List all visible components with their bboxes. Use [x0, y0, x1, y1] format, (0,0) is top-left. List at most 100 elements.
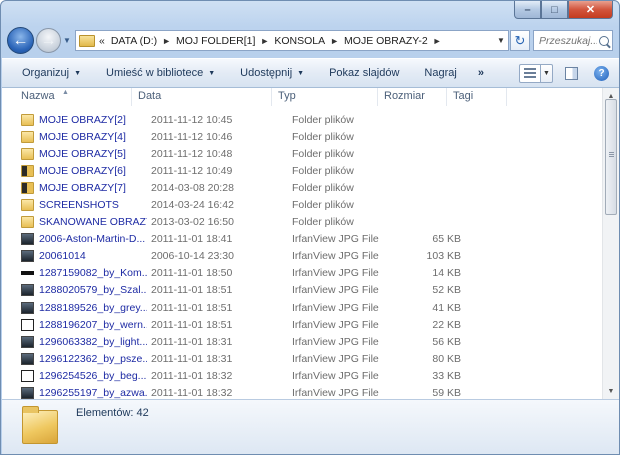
- file-name-cell[interactable]: 1288189526_by_grey...: [2, 301, 147, 314]
- explorer-window: – □ ✕ ← → ▼ « DATA (D:) ► MOJ FOLDER[1] …: [0, 0, 620, 455]
- file-row[interactable]: SCREENSHOTS 2014-03-24 16:42 Folder plików: [2, 196, 602, 213]
- share-label: Udostępnij: [240, 67, 293, 79]
- file-row[interactable]: 1288196207_by_wern... 2011-11-01 18:51 Irf…: [2, 316, 602, 333]
- file-row[interactable]: MOJE OBRAZY[4] 2011-11-12 10:46 Folder pli…: [2, 128, 602, 145]
- share-button[interactable]: Udostępnij ▼: [224, 59, 313, 87]
- chevron-right-icon[interactable]: ►: [330, 36, 339, 46]
- minimize-button[interactable]: –: [514, 1, 541, 19]
- more-commands-button[interactable]: »: [466, 59, 493, 87]
- column-header-tags[interactable]: Tagi: [447, 88, 507, 106]
- file-name: 2006-Aston-Martin-D...: [39, 233, 146, 246]
- chevron-right-icon[interactable]: ►: [433, 36, 442, 46]
- file-name-cell[interactable]: MOJE OBRAZY[4]: [2, 130, 147, 143]
- breadcrumb-item[interactable]: MOJ FOLDER[1]: [176, 35, 255, 47]
- column-header-date[interactable]: Data: [132, 88, 272, 106]
- maximize-button[interactable]: □: [541, 1, 568, 19]
- folder-icon: [21, 130, 34, 143]
- file-row[interactable]: MOJE OBRAZY[7] 2014-03-08 20:28 Folder pli…: [2, 179, 602, 196]
- file-type: IrfanView JPG File: [292, 318, 379, 331]
- file-name-cell[interactable]: 1296063382_by_light...: [2, 335, 147, 348]
- column-header-size[interactable]: Rozmiar: [378, 88, 447, 106]
- file-row[interactable]: MOJE OBRAZY[5] 2011-11-12 10:48 Folder pli…: [2, 145, 602, 162]
- scroll-down-icon[interactable]: ▼: [603, 383, 619, 399]
- forward-button[interactable]: →: [36, 28, 61, 53]
- file-name-cell[interactable]: MOJE OBRAZY[6]: [2, 164, 147, 177]
- breadcrumb-item[interactable]: DATA (D:): [111, 35, 157, 47]
- file-type: IrfanView JPG File: [292, 387, 379, 399]
- file-type: Folder plików: [292, 181, 354, 194]
- file-row[interactable]: 2006-Aston-Martin-D... 2011-11-01 18:41 Ir…: [2, 231, 602, 248]
- file-name-cell[interactable]: 1288196207_by_wern...: [2, 318, 147, 331]
- column-header-name[interactable]: Nazwa ▲: [2, 88, 132, 106]
- file-name-cell[interactable]: 1288020579_by_Szal...: [2, 284, 147, 297]
- chevron-right-icon[interactable]: ►: [162, 36, 171, 46]
- file-row[interactable]: 1287159082_by_Kom... 2011-11-01 18:50 Irfa…: [2, 265, 602, 282]
- scrollbar-thumb[interactable]: [605, 99, 617, 215]
- help-icon[interactable]: ?: [594, 65, 609, 81]
- arrow-left-icon: ←: [12, 31, 29, 49]
- breadcrumb-item[interactable]: KONSOLA: [274, 35, 325, 47]
- file-name-cell[interactable]: 1296122362_by_psze...: [2, 352, 147, 365]
- file-name: 1288196207_by_wern...: [39, 318, 147, 331]
- slideshow-button[interactable]: Pokaz slajdów: [313, 59, 408, 87]
- file-row[interactable]: 1296255197_by_azwa... 2011-11-01 18:32 Irf…: [2, 385, 602, 399]
- vertical-scrollbar[interactable]: ▲ ▼: [602, 88, 619, 399]
- file-row[interactable]: MOJE OBRAZY[6] 2011-11-12 10:49 Folder pli…: [2, 162, 602, 179]
- file-row[interactable]: 1288189526_by_grey... 2011-11-01 18:51 Irf…: [2, 299, 602, 316]
- file-name: 1288189526_by_grey...: [39, 301, 147, 314]
- close-button[interactable]: ✕: [568, 1, 613, 19]
- recent-pages-dropdown[interactable]: ▼: [63, 36, 71, 45]
- breadcrumb-overflow[interactable]: «: [99, 35, 105, 47]
- file-row[interactable]: MOJE OBRAZY[2] 2011-11-12 10:45 Folder pli…: [2, 111, 602, 128]
- search-icon[interactable]: [599, 35, 609, 46]
- file-name-cell[interactable]: 20061014: [2, 250, 147, 263]
- file-name-cell[interactable]: 1287159082_by_Kom...: [2, 267, 147, 280]
- file-name: MOJE OBRAZY[6]: [39, 164, 126, 177]
- file-size: 65 KB: [432, 233, 461, 246]
- file-type: Folder plików: [292, 216, 354, 229]
- file-type: Folder plików: [292, 113, 354, 126]
- refresh-button[interactable]: ↻: [510, 30, 530, 51]
- address-bar[interactable]: « DATA (D:) ► MOJ FOLDER[1] ► KONSOLA ► …: [75, 30, 509, 51]
- breadcrumb-item[interactable]: MOJE OBRAZY-2: [344, 35, 428, 47]
- file-name-cell[interactable]: SCREENSHOTS: [2, 199, 147, 212]
- file-name-cell[interactable]: 1296254526_by_beg...: [2, 369, 147, 382]
- column-header-type[interactable]: Typ: [272, 88, 378, 106]
- file-type: IrfanView JPG File: [292, 352, 379, 365]
- file-name-cell[interactable]: 1296255197_by_azwa...: [2, 387, 147, 399]
- file-name: 1296254526_by_beg...: [39, 369, 147, 382]
- file-name-cell[interactable]: MOJE OBRAZY[5]: [2, 147, 147, 160]
- include-in-library-button[interactable]: Umieść w bibliotece ▼: [90, 59, 224, 87]
- file-row[interactable]: SKANOWANE OBRAZY 2013-03-02 16:50 Folder p…: [2, 214, 602, 231]
- burn-button[interactable]: Nagraj: [408, 59, 465, 87]
- back-button[interactable]: ←: [7, 27, 34, 54]
- folder-icon: [21, 164, 34, 177]
- file-row[interactable]: 1296063382_by_light... 2011-11-01 18:31 Ir…: [2, 333, 602, 350]
- file-name: 1296063382_by_light...: [39, 335, 147, 348]
- view-details-icon[interactable]: [519, 63, 541, 83]
- file-date: 2011-11-01 18:50: [151, 267, 233, 280]
- file-name-cell[interactable]: 2006-Aston-Martin-D...: [2, 233, 147, 246]
- search-box[interactable]: [533, 30, 613, 51]
- preview-pane-icon[interactable]: [565, 66, 578, 80]
- address-dropdown-icon[interactable]: ▼: [494, 36, 508, 45]
- file-name-cell[interactable]: SKANOWANE OBRAZY: [2, 216, 147, 229]
- image-file-icon: [21, 301, 34, 314]
- search-input[interactable]: [539, 34, 597, 47]
- image-file-icon: [21, 250, 34, 263]
- file-name-cell[interactable]: MOJE OBRAZY[7]: [2, 181, 147, 194]
- file-type: Folder plików: [292, 130, 354, 143]
- view-dropdown-button[interactable]: ▼: [541, 63, 553, 83]
- file-row[interactable]: 1288020579_by_Szal... 2011-11-01 18:51 Irf…: [2, 282, 602, 299]
- details-pane: Elementów: 42: [2, 399, 619, 454]
- chevron-right-icon[interactable]: ►: [260, 36, 269, 46]
- file-row[interactable]: 1296122362_by_psze... 2011-11-01 18:31 Irf…: [2, 350, 602, 367]
- organize-button[interactable]: Organizuj ▼: [2, 59, 90, 87]
- file-date: 2006-10-14 23:30: [151, 250, 234, 263]
- image-file-icon: [21, 352, 34, 365]
- file-name-cell[interactable]: MOJE OBRAZY[2]: [2, 113, 147, 126]
- file-row[interactable]: 1296254526_by_beg... 2011-11-01 18:32 Irfa…: [2, 367, 602, 384]
- file-row[interactable]: 20061014 2006-10-14 23:30 IrfanView JPG Fi…: [2, 248, 602, 265]
- arrow-right-icon: →: [40, 31, 57, 49]
- file-date: 2011-11-12 10:48: [151, 147, 233, 160]
